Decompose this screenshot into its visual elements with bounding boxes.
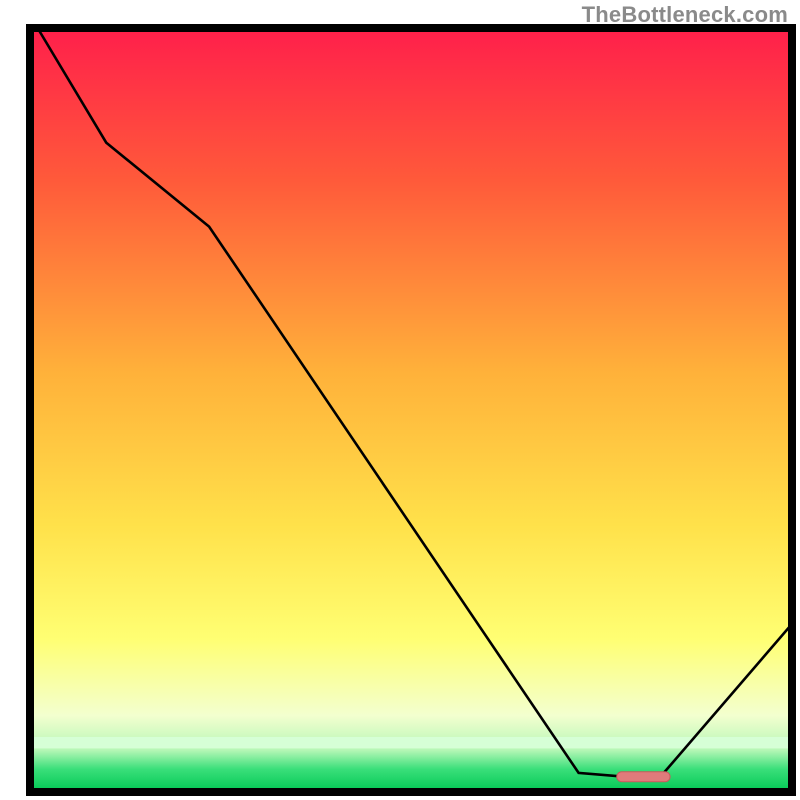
plot-area	[30, 28, 792, 792]
chart-stage: TheBottleneck.com	[0, 0, 800, 800]
pale-green-strip	[30, 737, 792, 748]
heat-background	[30, 28, 792, 792]
bottleneck-chart	[0, 0, 800, 800]
optimal-marker	[617, 772, 670, 782]
